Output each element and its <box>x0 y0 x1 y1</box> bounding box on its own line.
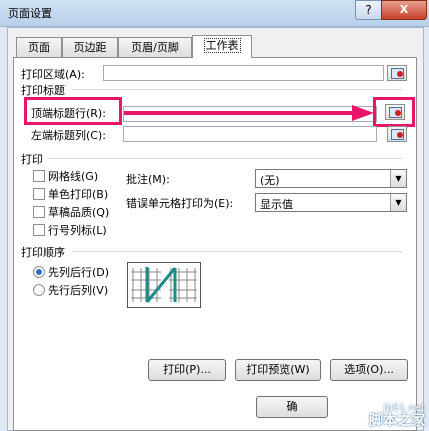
row-col-headings-label: 行号列标(L) <box>48 224 107 237</box>
tab-label: 工作表 <box>203 38 241 53</box>
print-titles-label: 打印标题 <box>21 84 65 97</box>
tab-label: 页边距 <box>73 41 107 54</box>
dialog-title: 页面设置 <box>8 7 52 20</box>
page-order-preview-icon <box>127 262 201 308</box>
gridlines-label: 网格线(G) <box>48 170 99 183</box>
down-then-over-label: 先列后行(D) <box>48 266 110 279</box>
over-then-down-label: 先行后列(V) <box>48 284 109 297</box>
row-col-headings-checkbox[interactable] <box>33 224 45 236</box>
monochrome-label: 单色打印(B) <box>48 188 109 201</box>
left-cols-label: 左端标题列(C): <box>31 129 106 142</box>
arrow-head <box>352 105 374 121</box>
divider <box>72 89 402 90</box>
ok-button[interactable]: 确 <box>256 396 328 418</box>
comments-select[interactable]: (无) ▼ <box>255 169 407 188</box>
over-then-down-radio[interactable] <box>33 284 45 296</box>
comments-value: (无) <box>260 174 280 187</box>
comments-label: 批注(M): <box>126 173 170 186</box>
gridlines-checkbox[interactable] <box>33 170 45 182</box>
tab-label: 页面 <box>28 41 50 54</box>
errors-label: 错误单元格打印为(E): <box>126 197 234 210</box>
print-area-field[interactable] <box>103 65 384 81</box>
range-marker-icon <box>397 132 403 138</box>
range-marker-icon <box>397 71 403 77</box>
tab-margins[interactable]: 页边距 <box>62 37 118 57</box>
watermark-brand: 脚本之家 <box>369 413 425 429</box>
divider <box>72 251 402 252</box>
page-order-label: 打印顺序 <box>21 246 65 259</box>
divider <box>48 158 402 159</box>
draft-quality-checkbox[interactable] <box>33 206 45 218</box>
print-area-label: 打印区域(A): <box>21 68 85 81</box>
tab-label: 页眉/页脚 <box>131 41 179 54</box>
down-then-over-radio[interactable] <box>33 266 45 278</box>
errors-value: 显示值 <box>260 198 293 211</box>
top-rows-label: 顶端标题行(R): <box>31 107 106 120</box>
chevron-down-icon[interactable]: ▼ <box>390 194 406 211</box>
print-preview-button[interactable]: 打印预览(W) <box>235 359 321 381</box>
draft-quality-label: 草稿品质(Q) <box>48 206 110 219</box>
watermark: jb51.net 脚本之家 <box>369 403 425 429</box>
tab-page[interactable]: 页面 <box>16 37 62 57</box>
print-button[interactable]: 打印(P)... <box>148 359 226 381</box>
chevron-down-icon[interactable]: ▼ <box>390 170 406 187</box>
range-marker-icon <box>395 110 401 116</box>
print-area-ref-button[interactable] <box>387 65 407 81</box>
help-button[interactable]: ? <box>355 0 382 20</box>
left-cols-field[interactable] <box>123 126 377 142</box>
left-cols-ref-button[interactable] <box>387 126 407 142</box>
tab-sheet[interactable]: 工作表 <box>192 35 252 58</box>
print-group-label: 打印 <box>21 153 43 166</box>
close-button[interactable]: X <box>381 0 427 20</box>
monochrome-checkbox[interactable] <box>33 188 45 200</box>
errors-select[interactable]: 显示值 ▼ <box>255 193 407 212</box>
tab-header-footer[interactable]: 页眉/页脚 <box>118 37 192 57</box>
options-button[interactable]: 选项(O)... <box>330 359 408 381</box>
top-rows-ref-button[interactable] <box>385 104 405 120</box>
